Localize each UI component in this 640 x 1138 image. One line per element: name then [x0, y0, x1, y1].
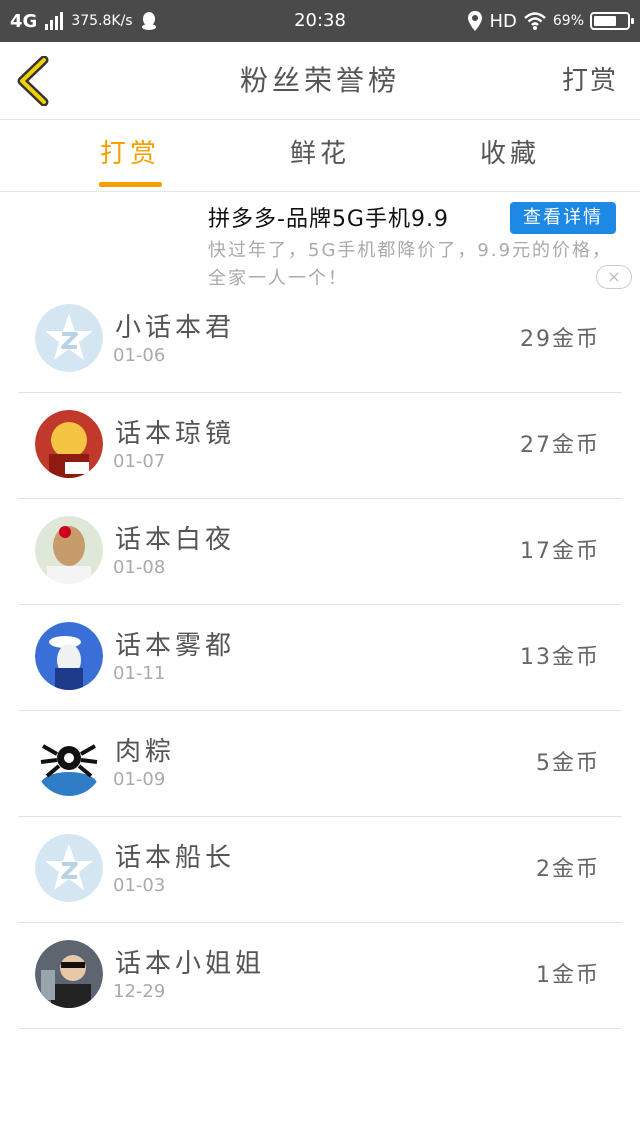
user-avatar-icon [35, 410, 103, 478]
header: 粉丝荣誉榜 打赏 [0, 42, 640, 120]
list-item[interactable]: 小话本君 01-06 29金币 [18, 287, 622, 393]
avatar [35, 516, 103, 584]
user-name: 话本小姐姐 [115, 949, 266, 979]
location-icon [468, 11, 483, 31]
user-name: 小话本君 [115, 313, 236, 343]
ad-banner[interactable]: 拼多多-品牌5G手机9.9 查看详情 快过年了，5G手机都降价了，9.9元的价格… [0, 193, 640, 293]
avatar [35, 834, 103, 902]
avatar [35, 622, 103, 690]
user-avatar-icon [35, 940, 103, 1008]
coin-amount: 5金币 [536, 751, 600, 776]
battery-icon [590, 12, 634, 30]
user-name: 话本琼镜 [115, 419, 236, 449]
list-item[interactable]: 肉粽 01-09 5金币 [18, 711, 622, 817]
fan-ranking-list: 小话本君 01-06 29金币 话本琼镜 01-07 27金币 话本白夜 01-… [18, 287, 622, 1029]
default-star-avatar-icon [35, 834, 103, 902]
hd-indicator: HD [489, 10, 517, 32]
reward-date: 01-03 [113, 875, 166, 896]
ad-close-button[interactable]: × [596, 265, 632, 289]
reward-button[interactable]: 打赏 [562, 42, 618, 120]
avatar [35, 940, 103, 1008]
user-name: 话本船长 [115, 843, 236, 873]
reward-date: 01-07 [113, 451, 166, 472]
avatar [35, 410, 103, 478]
reward-date: 01-11 [113, 663, 166, 684]
ad-description: 快过年了，5G手机都降价了，9.9元的价格，全家一人一个！ [208, 240, 613, 289]
user-name: 话本白夜 [115, 525, 236, 555]
reward-date: 01-08 [113, 557, 166, 578]
wifi-icon [524, 12, 546, 30]
coin-amount: 1金币 [536, 963, 600, 988]
user-name: 话本雾都 [115, 631, 236, 661]
ad-detail-button[interactable]: 查看详情 [510, 202, 616, 234]
coin-amount: 27金币 [520, 433, 600, 458]
coin-amount: 29金币 [520, 327, 600, 352]
default-star-avatar-icon [35, 304, 103, 372]
avatar [35, 728, 103, 796]
list-item[interactable]: 话本琼镜 01-07 27金币 [18, 393, 622, 499]
tab-favorites[interactable]: 收藏 [468, 120, 552, 192]
tab-flowers[interactable]: 鲜花 [278, 120, 362, 192]
user-avatar-icon [35, 728, 103, 796]
battery-percent: 69% [552, 13, 584, 29]
reward-date: 12-29 [113, 981, 166, 1002]
user-avatar-icon [35, 516, 103, 584]
coin-amount: 17金币 [520, 539, 600, 564]
list-item[interactable]: 话本小姐姐 12-29 1金币 [18, 923, 622, 1029]
reward-date: 01-09 [113, 769, 166, 790]
avatar [35, 304, 103, 372]
list-item[interactable]: 话本雾都 01-11 13金币 [18, 605, 622, 711]
user-avatar-icon [35, 622, 103, 690]
user-name: 肉粽 [115, 737, 176, 767]
list-item[interactable]: 话本白夜 01-08 17金币 [18, 499, 622, 605]
status-bar: 4G 375.8K/s 20:38 HD 69% [0, 0, 640, 42]
list-item[interactable]: 话本船长 01-03 2金币 [18, 817, 622, 923]
active-tab-indicator [99, 182, 162, 187]
coin-amount: 2金币 [536, 857, 600, 882]
tab-bar: 打赏 鲜花 收藏 [0, 120, 640, 192]
coin-amount: 13金币 [520, 645, 600, 670]
page-title: 粉丝荣誉榜 [239, 64, 400, 97]
ad-title: 拼多多-品牌5G手机9.9 [208, 207, 449, 232]
reward-date: 01-06 [113, 345, 166, 366]
